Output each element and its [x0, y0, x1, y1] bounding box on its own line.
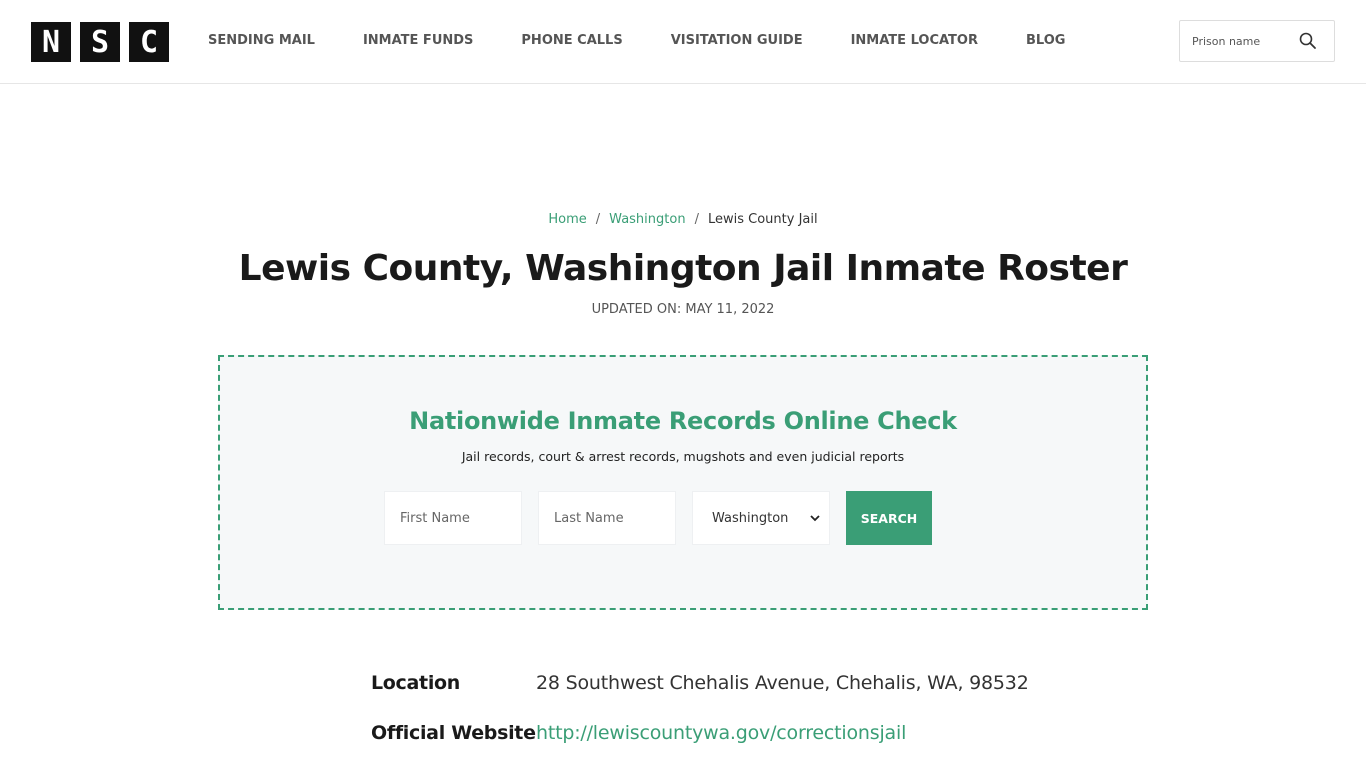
site-header: N S C SENDING MAIL INMATE FUNDS PHONE CA…	[0, 0, 1366, 84]
nav-visitation-guide[interactable]: VISITATION GUIDE	[671, 33, 803, 48]
updated-date: UPDATED ON: MAY 11, 2022	[591, 302, 775, 317]
prison-search-input[interactable]	[1192, 34, 1302, 48]
main-nav: SENDING MAIL INMATE FUNDS PHONE CALLS VI…	[208, 33, 1113, 48]
official-website-link[interactable]: http://lewiscountywa.gov/correctionsjail	[536, 722, 906, 744]
last-name-input[interactable]	[538, 491, 676, 545]
records-check-title: Nationwide Inmate Records Online Check	[409, 407, 957, 435]
location-row: Location 28 Southwest Chehalis Avenue, C…	[371, 672, 1029, 694]
nav-blog[interactable]: BLOG	[1026, 33, 1065, 48]
prison-search	[1179, 20, 1335, 62]
records-check-subtitle: Jail records, court & arrest records, mu…	[461, 449, 905, 464]
search-button[interactable]: SEARCH	[846, 491, 932, 545]
website-row: Official Website http://lewiscountywa.go…	[371, 722, 906, 744]
state-select-value: Washington	[712, 511, 789, 526]
site-logo[interactable]: N S C	[31, 22, 169, 62]
logo-letter-n: N	[31, 22, 71, 62]
logo-letter-c: C	[129, 22, 169, 62]
first-name-input[interactable]	[384, 491, 522, 545]
breadcrumb: Home / Washington / Lewis County Jail	[0, 212, 1366, 227]
nav-sending-mail[interactable]: SENDING MAIL	[208, 33, 315, 48]
website-label: Official Website	[371, 722, 536, 744]
page-title: Lewis County, Washington Jail Inmate Ros…	[238, 248, 1128, 289]
breadcrumb-separator: /	[595, 212, 601, 227]
breadcrumb-current: Lewis County Jail	[707, 212, 818, 227]
website-value-wrap: http://lewiscountywa.gov/correctionsjail	[536, 722, 906, 744]
breadcrumb-home[interactable]: Home	[548, 212, 586, 227]
chevron-down-icon	[810, 515, 820, 522]
breadcrumb-separator: /	[694, 212, 699, 227]
search-icon[interactable]	[1298, 31, 1318, 51]
nav-inmate-funds[interactable]: INMATE FUNDS	[363, 33, 473, 48]
breadcrumb-washington[interactable]: Washington	[609, 212, 685, 227]
location-value: 28 Southwest Chehalis Avenue, Chehalis, …	[536, 672, 1029, 694]
records-search-form: Washington SEARCH	[384, 491, 932, 545]
logo-letter-s: S	[80, 22, 120, 62]
nav-phone-calls[interactable]: PHONE CALLS	[521, 33, 622, 48]
state-select[interactable]: Washington	[692, 491, 830, 545]
location-label: Location	[371, 672, 461, 694]
nav-inmate-locator[interactable]: INMATE LOCATOR	[851, 33, 978, 48]
records-check-panel: Nationwide Inmate Records Online Check J…	[218, 355, 1148, 610]
